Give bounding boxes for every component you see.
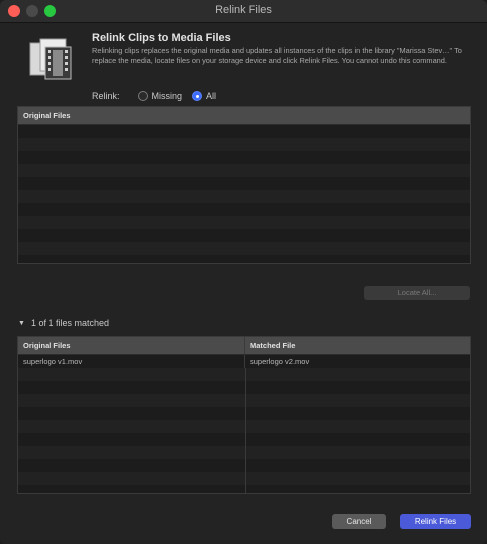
window-title: Relink Files	[215, 4, 272, 16]
locate-all-button[interactable]: Locate All...	[364, 286, 470, 300]
table-row	[18, 394, 470, 407]
table-row	[18, 368, 470, 381]
matched-disclosure[interactable]: ▼ 1 of 1 files matched	[18, 318, 109, 328]
table-row	[18, 203, 470, 216]
table-header: Original Files	[18, 107, 470, 125]
table-row	[18, 446, 470, 459]
radio-all[interactable]	[192, 91, 203, 101]
table-row	[18, 472, 470, 485]
original-file-cell: superlogo v1.mov	[18, 355, 245, 368]
table-row	[18, 125, 470, 138]
table-row	[18, 190, 470, 203]
matched-files-table[interactable]: Original Files Matched File superlogo v1…	[17, 336, 471, 494]
table-row	[18, 242, 470, 255]
table-row	[18, 229, 470, 242]
disclosure-triangle-icon[interactable]: ▼	[18, 320, 25, 327]
table-rows: superlogo v1.mov superlogo v2.mov	[18, 355, 470, 493]
table-row	[18, 255, 470, 263]
relink-files-button[interactable]: Relink Files	[400, 514, 471, 529]
relink-label: Relink:	[92, 91, 120, 101]
matched-summary: 1 of 1 files matched	[30, 318, 109, 328]
column-header-original-files[interactable]: Original Files	[18, 107, 470, 124]
column-header-original-files[interactable]: Original Files	[18, 337, 245, 354]
relink-options: Relink: Missing All	[92, 89, 226, 103]
documents-icon	[28, 35, 74, 83]
table-row	[18, 151, 470, 164]
matched-file-cell: superlogo v2.mov	[250, 357, 310, 366]
radio-missing[interactable]	[137, 91, 148, 101]
table-row[interactable]: superlogo v1.mov superlogo v2.mov	[18, 355, 470, 368]
table-header: Original Files Matched File	[18, 337, 470, 355]
radio-all-label[interactable]: All	[206, 91, 216, 101]
table-row	[18, 459, 470, 472]
table-row	[18, 407, 470, 420]
table-row	[18, 138, 470, 151]
table-rows	[18, 125, 470, 263]
cancel-button[interactable]: Cancel	[332, 514, 386, 529]
original-files-table[interactable]: Original Files	[17, 106, 471, 264]
relink-files-window: Relink Files Relink Clips to Media Files…	[0, 0, 487, 544]
table-row	[18, 164, 470, 177]
table-row	[18, 485, 470, 493]
column-header-matched-file[interactable]: Matched File	[245, 337, 470, 354]
radio-missing-label[interactable]: Missing	[152, 91, 183, 101]
dialog-description: Relinking clips replaces the original me…	[92, 46, 462, 65]
table-row	[18, 420, 470, 433]
table-row	[18, 381, 470, 394]
dialog-heading: Relink Clips to Media Files	[92, 32, 231, 44]
table-row	[18, 433, 470, 446]
title-bar: Relink Files	[0, 0, 487, 23]
table-row	[18, 216, 470, 229]
table-row	[18, 177, 470, 190]
